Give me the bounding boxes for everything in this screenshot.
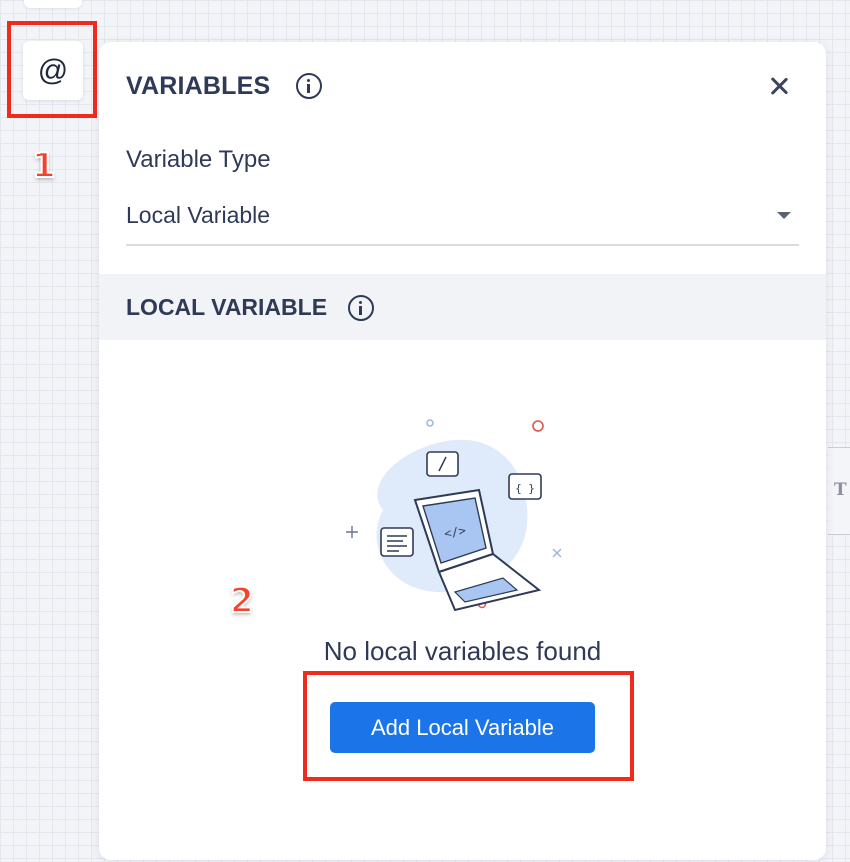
text-type-icon: T	[834, 480, 847, 500]
variables-toolbar-button[interactable]: @	[23, 41, 83, 100]
chevron-down-icon	[777, 212, 791, 219]
annotation-step-1: 1	[31, 145, 57, 187]
panel-title: VARIABLES	[126, 72, 271, 100]
laptop-code-illustration: { } </>	[346, 419, 562, 612]
previous-tool-button[interactable]	[24, 0, 82, 8]
canvas-node-edge[interactable]: T	[828, 447, 850, 535]
variable-type-select[interactable]: Local Variable	[126, 194, 799, 246]
add-local-variable-button[interactable]: Add Local Variable	[330, 702, 595, 753]
variable-type-value: Local Variable	[126, 202, 271, 228]
variable-type-label: Variable Type	[126, 146, 271, 173]
svg-text:{ }: { }	[515, 482, 535, 495]
section-info-icon[interactable]	[348, 295, 374, 321]
section-title: LOCAL VARIABLE	[126, 294, 328, 320]
close-button[interactable]	[765, 72, 793, 100]
local-variable-section-header: LOCAL VARIABLE	[99, 274, 826, 340]
empty-state-message: No local variables found	[323, 636, 602, 666]
info-icon[interactable]	[296, 73, 322, 99]
variables-panel: VARIABLES Variable Type Local Variable L…	[99, 42, 826, 860]
at-sign-icon: @	[37, 53, 69, 87]
